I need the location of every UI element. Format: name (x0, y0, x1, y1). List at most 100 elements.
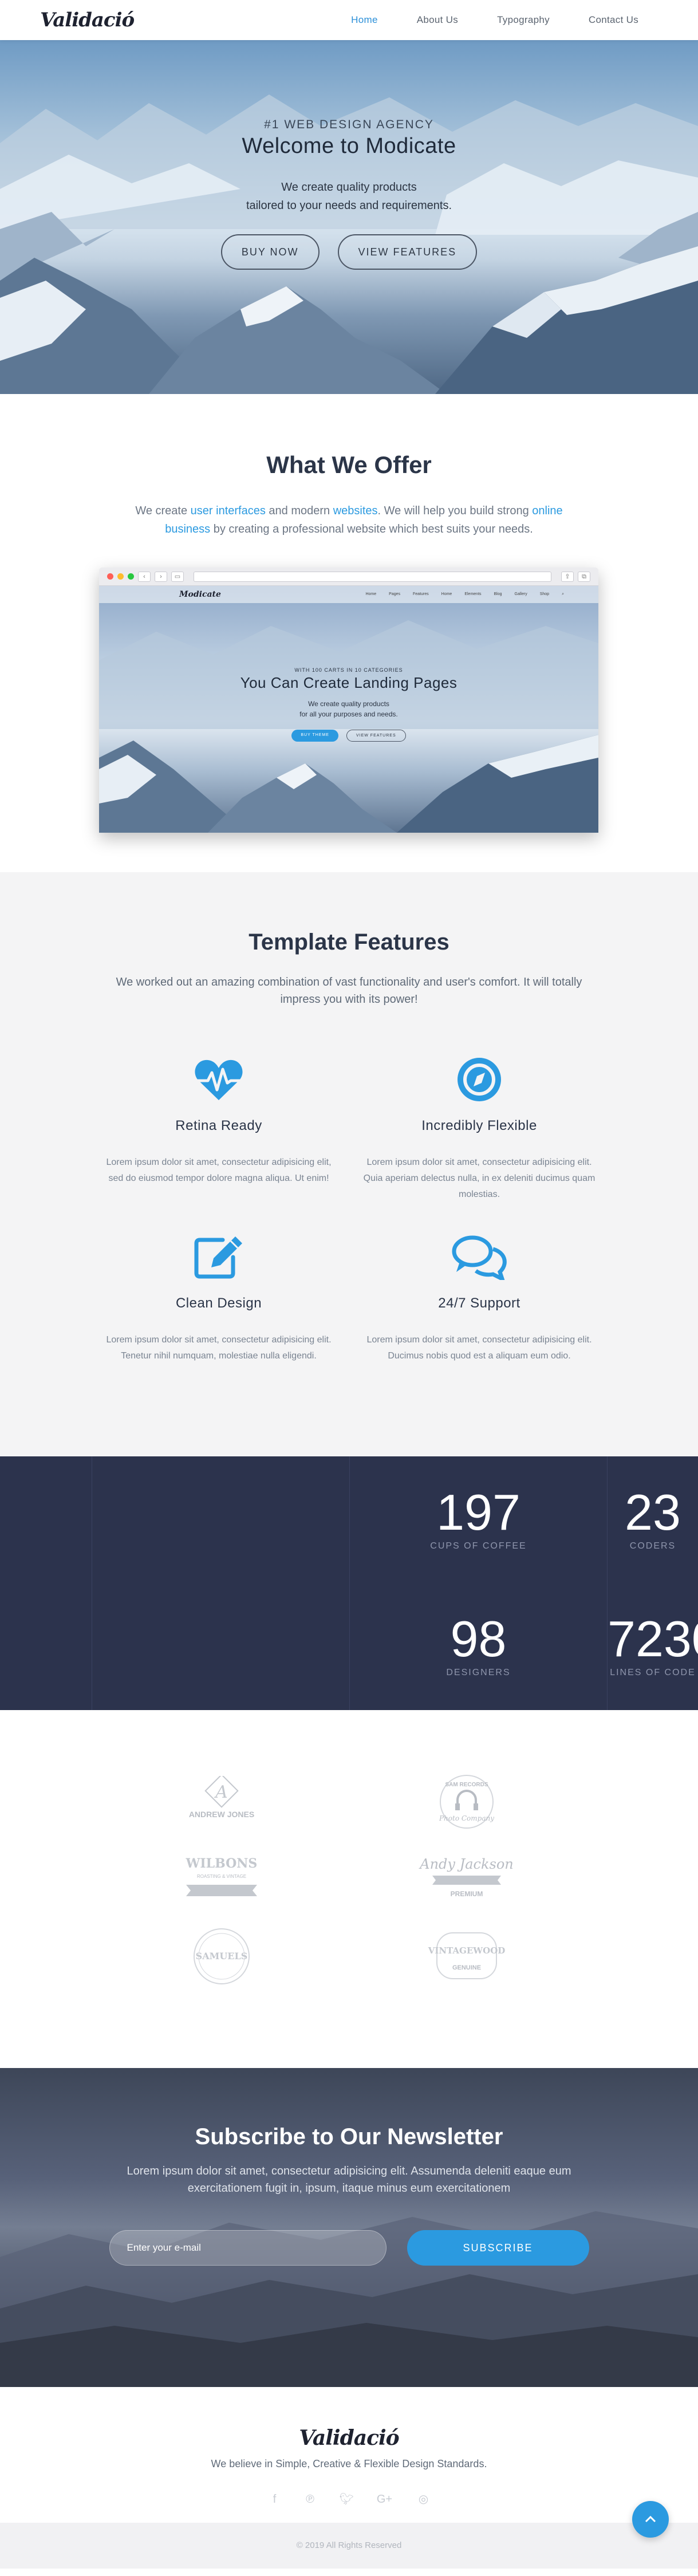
newsletter-text: Lorem ipsum dolor sit amet, consectetur … (127, 2165, 571, 2195)
heartbeat-icon (195, 1059, 243, 1100)
sam-records-emblem: SAM RECORDS Photo Company (439, 1775, 494, 1829)
client-logo-sam-records[interactable]: SAM RECORDS Photo Company (415, 1770, 518, 1833)
site-logo[interactable]: Validació (40, 9, 135, 31)
mockup-hero: WITH 100 CARTS IN 10 CATEGORIES You Can … (99, 603, 598, 742)
twitter-icon[interactable]: 🐦︎ (340, 2493, 354, 2506)
buy-now-button[interactable]: BUY NOW (220, 234, 320, 270)
offer-text-part: . We will help you build strong (377, 505, 533, 517)
client-logo-wilbons[interactable]: WILBONS ROASTING & VINTAGE (170, 1850, 273, 1913)
copyright-bar: © 2019 All Rights Reserved (0, 2523, 698, 2569)
feature-text: Lorem ipsum dolor sit amet, consectetur … (106, 1335, 332, 1361)
feature-title: Retina Ready (175, 1118, 262, 1133)
nav-home[interactable]: Home (332, 14, 397, 26)
mockup-menu-item: Elements (464, 592, 482, 596)
features-title: Template Features (249, 929, 449, 955)
mockup-subtitle-line2: for all your purposes and needs. (299, 710, 398, 718)
top-navbar: Validació Home About Us Typography Conta… (0, 0, 698, 40)
maximize-dot-icon (128, 573, 134, 580)
stat-value: 23 (625, 1484, 681, 1541)
share-icon: ⇪ (561, 571, 574, 582)
samuels-emblem: SAMUELS (194, 1928, 250, 1984)
mockup-logo: Modicate (179, 590, 221, 599)
stats-gutter (0, 1456, 92, 1710)
copyright-text: © 2019 All Rights Reserved (296, 2540, 402, 2550)
stat-cups-of-coffee: 197 CUPS OF COFFEE (349, 1456, 607, 1583)
mockup-menu-item: Home (365, 592, 377, 596)
forward-arrow-icon: › (155, 571, 167, 582)
newsletter-section: Subscribe to Our Newsletter Lorem ipsum … (0, 2068, 698, 2387)
features-lead: We worked out an amazing combination of … (116, 976, 582, 1006)
mockup-menu-item: Shop (539, 592, 550, 596)
stat-lines-of-code: 7230 LINES OF CODE (607, 1583, 698, 1710)
andrew-jones-emblem: A ANDREW JONES (189, 1774, 254, 1819)
instagram-icon[interactable]: ◎ (417, 2493, 430, 2506)
feature-clean-design: Clean Design Lorem ipsum dolor sit amet,… (89, 1231, 349, 1364)
stat-value: 197 (436, 1484, 520, 1541)
svg-text:A: A (214, 1782, 228, 1802)
wilbons-sub-text: ROASTING & VINTAGE (197, 1874, 246, 1879)
footer-logo[interactable]: Validació (0, 2426, 698, 2450)
hero-subtitle: We create quality products tailored to y… (0, 178, 698, 215)
wilbons-text: WILBONS (186, 1856, 258, 1871)
feature-title: 24/7 Support (438, 1295, 520, 1311)
mockup-navbar: Modicate Home Pages Features Home Elemen… (99, 586, 598, 603)
email-input[interactable]: Enter your e-mail (109, 2230, 387, 2266)
sam-records-text: SAM RECORDS (445, 1782, 488, 1788)
facebook-icon[interactable]: f (269, 2493, 281, 2506)
clients-logos-section: A ANDREW JONES SAM RECORDS Photo Company… (0, 1710, 698, 2068)
client-logo-andrew-jones[interactable]: A ANDREW JONES (170, 1774, 273, 1839)
browser-screen: Modicate Home Pages Features Home Elemen… (99, 586, 598, 833)
andrew-jones-text: ANDREW JONES (189, 1810, 254, 1819)
what-we-offer-section: What We Offer We create user interfaces … (0, 394, 698, 872)
vintagewood-text: VINTAGEWOOD (428, 1945, 506, 1956)
address-bar (194, 571, 551, 582)
mockup-menu-item: Pages (389, 592, 401, 596)
back-to-top-button[interactable] (632, 2501, 669, 2538)
wilbons-emblem: WILBONS ROASTING & VINTAGE (186, 1856, 258, 1896)
stat-value: 7230 (608, 1610, 698, 1667)
andy-jackson-emblem: Andy Jackson PREMIUM (419, 1856, 513, 1898)
mockup-subtitle-line1: We create quality products (308, 700, 389, 708)
genuine-text: GENUINE (452, 1964, 481, 1971)
view-features-button[interactable]: VIEW FEATURES (337, 234, 478, 270)
hero-subtitle-line1: We create quality products (281, 181, 417, 194)
samuels-text: SAMUELS (196, 1951, 248, 1961)
nav-typography[interactable]: Typography (478, 14, 569, 26)
close-dot-icon (107, 573, 113, 580)
stat-label: CODERS (629, 1541, 676, 1551)
hero-subtitle-line2: tailored to your needs and requirements. (246, 199, 452, 212)
offer-text: We create user interfaces and modern web… (120, 502, 578, 538)
hero-kicker: #1 WEB DESIGN AGENCY (264, 118, 434, 131)
stat-label: DESIGNERS (446, 1668, 511, 1677)
link-websites[interactable]: websites (333, 505, 378, 517)
social-links: f ℗ 🐦︎ G+ ◎ (0, 2493, 698, 2506)
feature-text: Lorem ipsum dolor sit amet, consectetur … (106, 1157, 332, 1183)
subscribe-button[interactable]: SUBSCRIBE (407, 2230, 589, 2266)
mockup-menu-item: Gallery (514, 592, 527, 596)
feature-retina-ready: Retina Ready Lorem ipsum dolor sit amet,… (89, 1054, 349, 1203)
vintagewood-emblem: VINTAGEWOOD GENUINE (428, 1932, 506, 1979)
stat-label: LINES OF CODE (610, 1668, 696, 1677)
google-plus-icon[interactable]: G+ (375, 2493, 395, 2506)
pinterest-icon[interactable]: ℗ (304, 2493, 317, 2506)
client-logo-vintagewood[interactable]: VINTAGEWOOD GENUINE (415, 1925, 518, 1988)
feature-24-7-support: 24/7 Support Lorem ipsum dolor sit amet,… (349, 1231, 610, 1364)
stats-section: 197 CUPS OF COFFEE 23 CODERS 98 DESIGNER… (0, 1456, 698, 1710)
mockup-subtitle: We create quality products for all your p… (99, 699, 598, 719)
template-features-section: Template Features We worked out an amazi… (0, 872, 698, 1456)
link-user-interfaces[interactable]: user interfaces (191, 505, 266, 517)
photo-company-text: Photo Company (439, 1814, 494, 1822)
offer-text-part: by creating a professional website which… (210, 523, 533, 535)
minimize-dot-icon (117, 573, 124, 580)
stat-label: CUPS OF COFFEE (430, 1541, 527, 1551)
client-logo-andy-jackson[interactable]: Andy Jackson PREMIUM (415, 1845, 518, 1908)
browser-mockup: ‹ › ▭ ⇪ ⧉ Modicate Home Pages Features H… (99, 568, 598, 833)
mockup-menu: Home Pages Features Home Elements Blog G… (365, 592, 564, 597)
stats-gutter (92, 1456, 349, 1710)
client-logo-samuels[interactable]: SAMUELS (170, 1925, 273, 1988)
nav-contact-us[interactable]: Contact Us (569, 14, 658, 26)
nav-about-us[interactable]: About Us (397, 14, 478, 26)
feature-text: Lorem ipsum dolor sit amet, consectetur … (363, 1157, 596, 1199)
offer-text-part: and modern (265, 505, 333, 517)
newsletter-title: Subscribe to Our Newsletter (195, 2124, 503, 2149)
